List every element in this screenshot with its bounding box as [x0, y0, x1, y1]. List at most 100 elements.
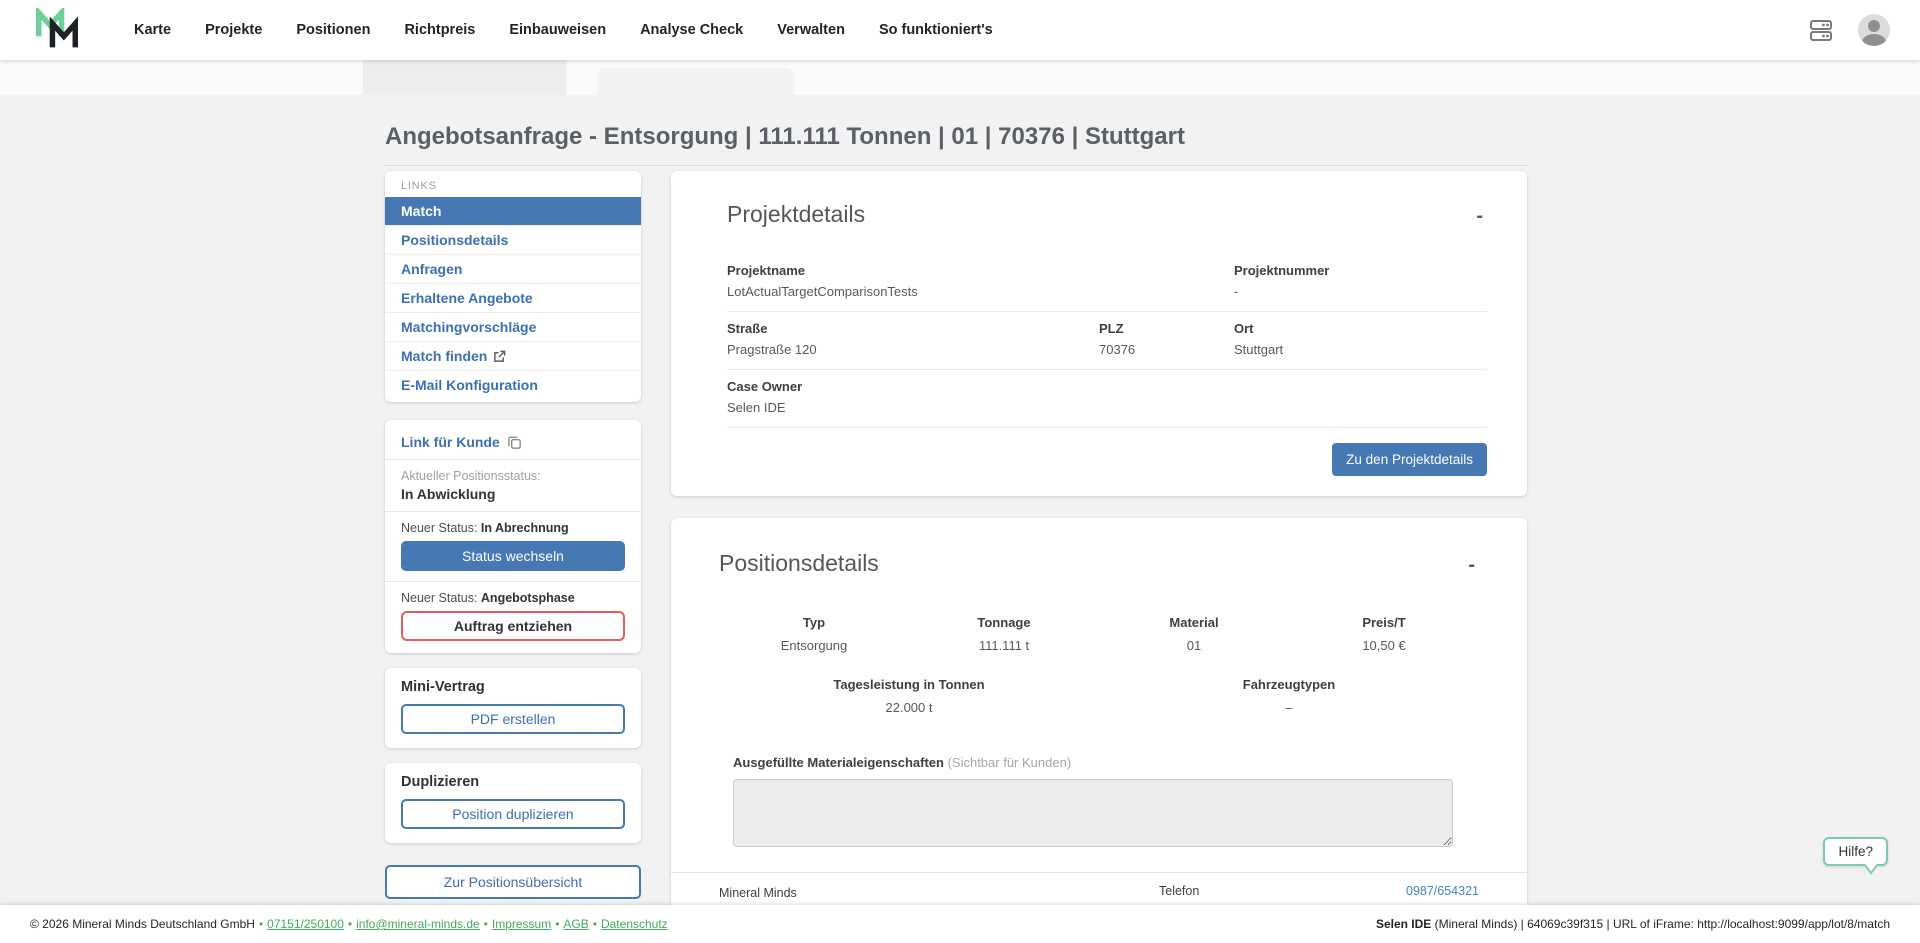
- stat-value: –: [1099, 700, 1479, 715]
- footer-link-impressum[interactable]: Impressum: [492, 917, 551, 931]
- new-status-2-value: Angebotsphase: [481, 591, 575, 605]
- material-label-hint: (Sichtbar für Kunden): [948, 755, 1072, 770]
- external-link-icon: [493, 350, 506, 363]
- go-to-project-details-button[interactable]: Zu den Projektdetails: [1332, 443, 1487, 476]
- position-overview-button[interactable]: Zur Positionsübersicht: [385, 865, 641, 899]
- status-card: Link für Kunde Aktueller Positionsstatus…: [385, 420, 641, 653]
- main-panel: Projektdetails - Projektname LotActualTa…: [671, 171, 1527, 941]
- collapse-icon[interactable]: -: [1472, 201, 1487, 223]
- sidebar-item-match-finden[interactable]: Match finden: [385, 341, 641, 370]
- phone-link[interactable]: 0987/654321: [1406, 884, 1479, 898]
- top-navbar: Karte Projekte Positionen Richtpreis Ein…: [0, 0, 1920, 60]
- nav-item-positionen[interactable]: Positionen: [296, 22, 370, 38]
- field-strasse: Straße Pragstraße 120: [727, 321, 1099, 357]
- footer-separator: •: [593, 917, 597, 931]
- field-label: Projektname: [727, 263, 1234, 278]
- page-title: Angebotsanfrage - Entsorgung | 111.111 T…: [385, 123, 1527, 151]
- customer-link[interactable]: Link für Kunde: [401, 430, 625, 459]
- field-projektnummer: Projektnummer -: [1234, 263, 1487, 299]
- stat-label: Preis/T: [1289, 615, 1479, 630]
- contact-company: Mineral Minds: [719, 884, 1159, 903]
- change-status-button[interactable]: Status wechseln: [401, 541, 625, 571]
- scrolled-content-strip: [0, 60, 1920, 95]
- footer-separator: •: [348, 917, 352, 931]
- user-avatar[interactable]: [1858, 14, 1890, 46]
- avatar-head-shape: [1868, 20, 1880, 32]
- field-label: Projektnummer: [1234, 263, 1487, 278]
- sidebar-item-email-konfiguration[interactable]: E-Mail Konfiguration: [385, 370, 641, 399]
- stat-label: Typ: [719, 615, 909, 630]
- duplicate-card: Duplizieren Position duplizieren: [385, 763, 641, 843]
- current-status-value: In Abwicklung: [401, 486, 625, 502]
- footer-session-details: (Mineral Minds) | 64069c39f315 | URL of …: [1431, 917, 1890, 931]
- nav-item-so-funktionierts[interactable]: So funktioniert's: [879, 22, 993, 38]
- sidebar-item-match[interactable]: Match: [385, 197, 641, 225]
- help-button[interactable]: Hilfe?: [1823, 837, 1888, 866]
- new-status-1: Neuer Status: In Abrechnung: [401, 521, 625, 535]
- footer-link-datenschutz[interactable]: Datenschutz: [601, 917, 668, 931]
- footer-link-email[interactable]: info@mineral-minds.de: [356, 917, 480, 931]
- sidebar-item-label: Match finden: [401, 348, 487, 364]
- server-icon[interactable]: [1808, 17, 1834, 43]
- copy-icon: [507, 435, 522, 450]
- stat-fahrzeugtypen: Fahrzeugtypen –: [1099, 677, 1479, 715]
- create-pdf-button[interactable]: PDF erstellen: [401, 704, 625, 734]
- footer-user: Selen IDE: [1376, 917, 1431, 931]
- nav-item-projekte[interactable]: Projekte: [205, 22, 262, 38]
- current-status-label: Aktueller Positionsstatus:: [401, 469, 625, 483]
- sidebar-item-matchingvorschlaege[interactable]: Matchingvorschläge: [385, 312, 641, 341]
- stat-label: Tonnage: [909, 615, 1099, 630]
- footer: © 2026 Mineral Minds Deutschland GmbH • 07…: [0, 905, 1920, 943]
- sidebar-item-anfragen[interactable]: Anfragen: [385, 254, 641, 283]
- nav-item-einbauweisen[interactable]: Einbauweisen: [509, 22, 606, 38]
- field-label: Case Owner: [727, 379, 1234, 394]
- contact-phone-row: Telefon 0987/654321: [1159, 884, 1479, 898]
- mineral-minds-logo[interactable]: [36, 8, 78, 52]
- footer-link-agb[interactable]: AGB: [563, 917, 588, 931]
- collapse-icon[interactable]: -: [1464, 550, 1479, 572]
- stat-value: 10,50 €: [1289, 638, 1479, 653]
- field-plz: PLZ 70376: [1099, 321, 1234, 357]
- stat-value: 111.111 t: [909, 638, 1099, 653]
- links-card-header: LINKS: [385, 171, 641, 197]
- material-properties-textarea[interactable]: [733, 779, 1453, 847]
- new-status-1-value: In Abrechnung: [481, 521, 569, 535]
- material-label-text: Ausgefüllte Materialeigenschaften: [733, 755, 944, 770]
- new-status-2: Neuer Status: Angebotsphase: [401, 591, 625, 605]
- content-placeholder-block: [363, 60, 566, 95]
- field-value: -: [1234, 284, 1487, 299]
- stat-tonnage: Tonnage 111.111 t: [909, 615, 1099, 653]
- avatar-body-shape: [1862, 34, 1886, 46]
- divider: [385, 511, 641, 512]
- material-properties-label: Ausgefüllte Materialeigenschaften (Sicht…: [733, 755, 1479, 770]
- duplicate-title: Duplizieren: [401, 774, 625, 790]
- position-details-card: Positionsdetails - Typ Entsorgung Tonnag…: [671, 518, 1527, 941]
- divider: [385, 459, 641, 460]
- stat-label: Fahrzeugtypen: [1099, 677, 1479, 692]
- stat-label: Material: [1099, 615, 1289, 630]
- withdraw-order-button[interactable]: Auftrag entziehen: [401, 611, 625, 641]
- nav-item-richtpreis[interactable]: Richtpreis: [404, 22, 475, 38]
- stat-value: 01: [1099, 638, 1289, 653]
- footer-separator: •: [484, 917, 488, 931]
- stat-value: 22.000 t: [719, 700, 1099, 715]
- project-details-card: Projektdetails - Projektname LotActualTa…: [671, 171, 1527, 496]
- sidebar-item-erhaltene-angebote[interactable]: Erhaltene Angebote: [385, 283, 641, 312]
- stat-typ: Typ Entsorgung: [719, 615, 909, 653]
- divider: [385, 581, 641, 582]
- nav-item-analyse-check[interactable]: Analyse Check: [640, 22, 743, 38]
- footer-copyright: © 2026 Mineral Minds Deutschland GmbH: [30, 917, 255, 931]
- nav-item-karte[interactable]: Karte: [134, 22, 171, 38]
- duplicate-position-button[interactable]: Position duplizieren: [401, 799, 625, 829]
- new-status-prefix: Neuer Status:: [401, 521, 481, 535]
- stat-preis: Preis/T 10,50 €: [1289, 615, 1479, 653]
- new-status-prefix: Neuer Status:: [401, 591, 481, 605]
- main-nav: Karte Projekte Positionen Richtpreis Ein…: [134, 22, 993, 38]
- footer-link-phone[interactable]: 07151/250100: [267, 917, 344, 931]
- field-label: Ort: [1234, 321, 1487, 336]
- nav-item-verwalten[interactable]: Verwalten: [777, 22, 845, 38]
- footer-session-info: Selen IDE (Mineral Minds) | 64069c39f315…: [1376, 917, 1890, 931]
- customer-link-label: Link für Kunde: [401, 434, 500, 450]
- field-value: LotActualTargetComparisonTests: [727, 284, 1234, 299]
- sidebar-item-positionsdetails[interactable]: Positionsdetails: [385, 225, 641, 254]
